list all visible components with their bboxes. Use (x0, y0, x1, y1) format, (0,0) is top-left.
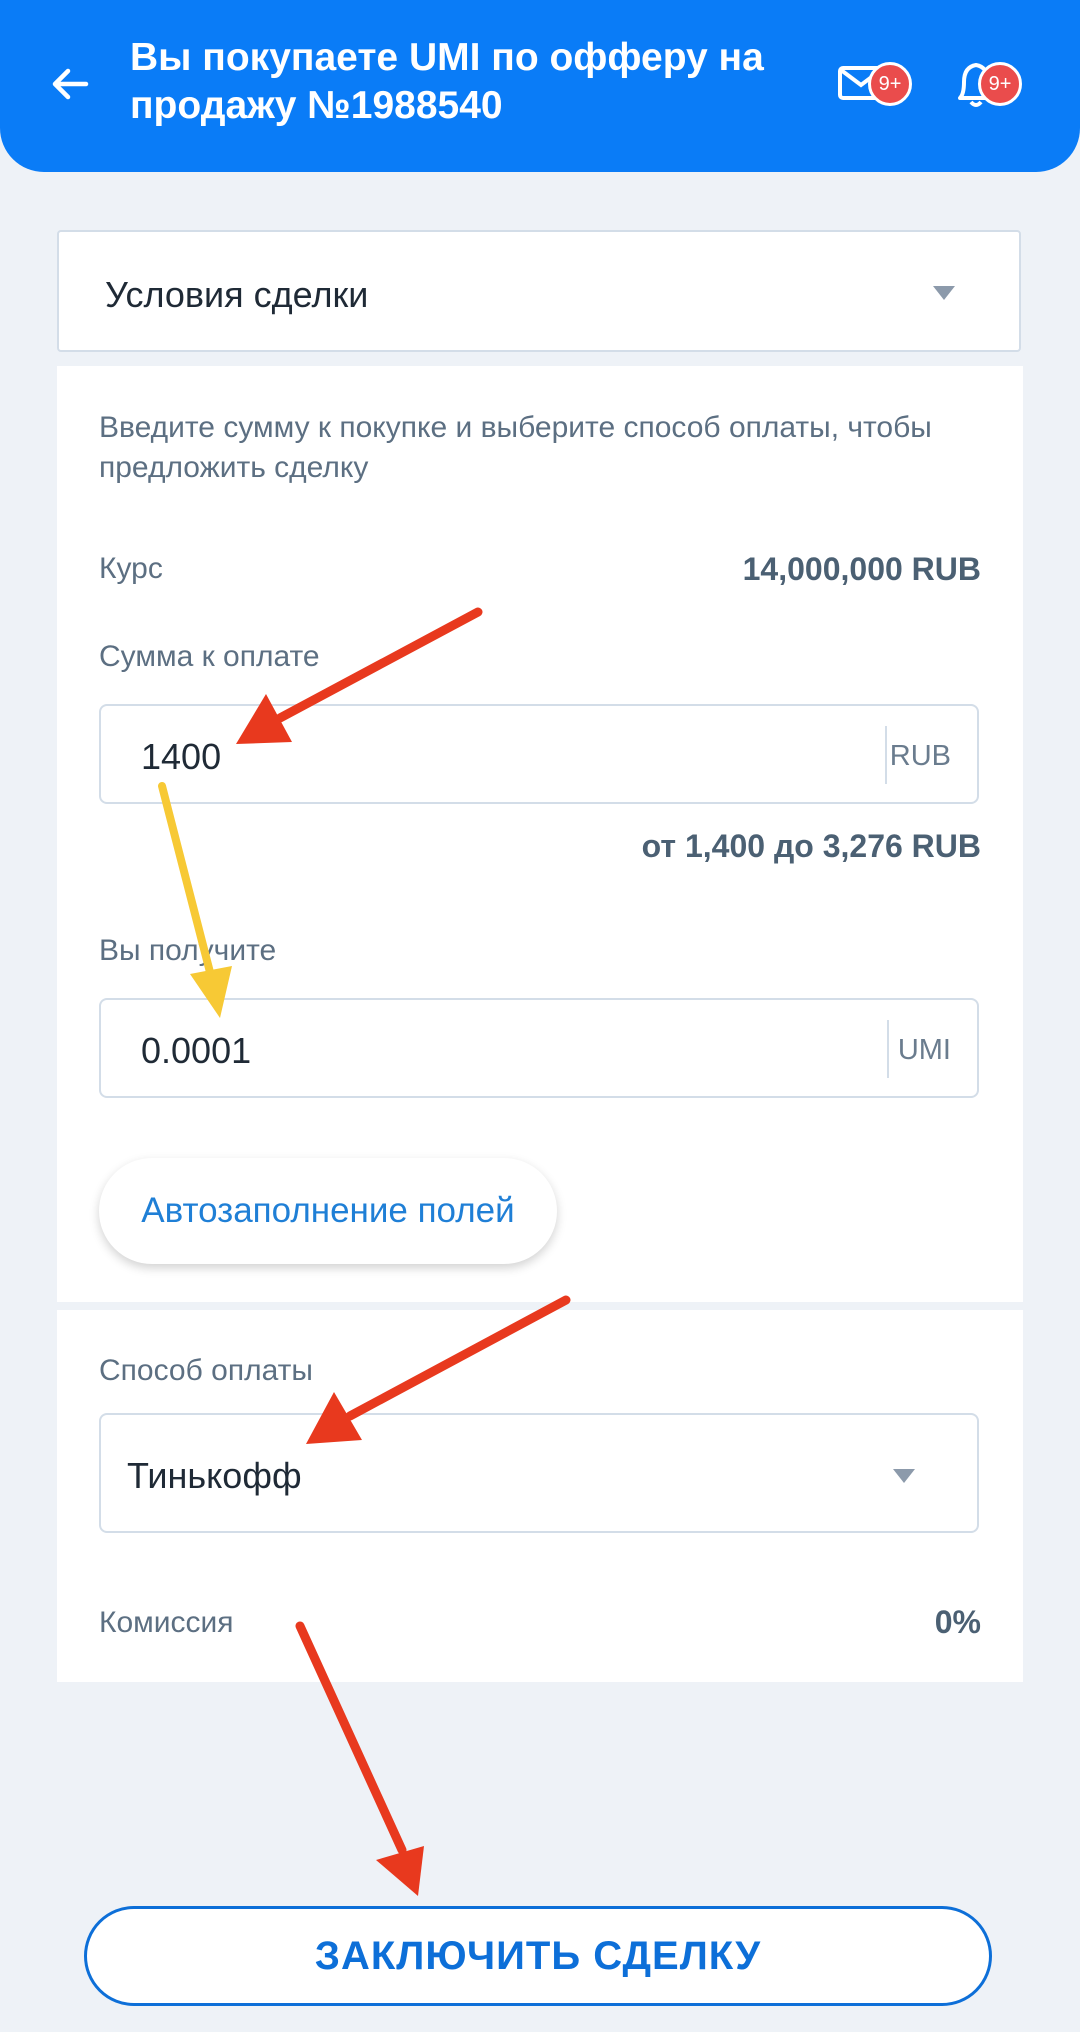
form-hint: Введите сумму к покупке и выберите спосо… (99, 411, 932, 484)
accordion-label: Условия сделки (105, 274, 369, 315)
mail-badge: 9+ (868, 62, 912, 106)
commission-label: Комиссия (99, 1606, 234, 1639)
receive-amount-input[interactable]: 0.0001 UMI (99, 998, 979, 1098)
deal-form-card: Введите сумму к покупке и выберите спосо… (57, 366, 1023, 1302)
notifications-button[interactable]: 9+ (950, 52, 1030, 118)
back-arrow-icon (52, 68, 89, 100)
amount-range: от 1,400 до 3,276 RUB (641, 828, 981, 864)
payment-method-select[interactable]: Тинькофф (99, 1413, 979, 1533)
payment-card: Способ оплаты Тинькофф Комиссия 0% (57, 1310, 1023, 1682)
commission-value: 0% (934, 1604, 981, 1640)
receive-amount-value: 0.0001 (141, 1030, 252, 1071)
pay-amount-value: 1400 (141, 736, 222, 777)
rate-value: 14,000,000 RUB (742, 551, 981, 587)
make-deal-button[interactable]: ЗАКЛЮЧИТЬ СДЕЛКУ (84, 1906, 992, 2006)
app-header: Вы покупаете UMI по офферу на продажу №1… (0, 0, 1080, 172)
back-button[interactable] (40, 54, 100, 114)
chevron-down-icon (933, 286, 955, 300)
page-title: Вы покупаете UMI по офферу на продажу №1… (130, 36, 764, 127)
payment-method-label: Способ оплаты (99, 1354, 313, 1387)
pay-unit: RUB (889, 740, 951, 772)
field-divider (885, 726, 887, 784)
field-divider (887, 1020, 889, 1078)
bell-badge: 9+ (978, 62, 1022, 106)
pay-label: Сумма к оплате (99, 640, 320, 673)
payment-method-value: Тинькофф (127, 1455, 302, 1496)
deal-terms-accordion[interactable]: Условия сделки (57, 230, 1021, 352)
autofill-button[interactable]: Автозаполнение полей (99, 1158, 557, 1264)
receive-unit: UMI (897, 1034, 951, 1066)
rate-label: Курс (99, 552, 163, 585)
receive-label: Вы получите (99, 934, 277, 967)
messages-button[interactable]: 9+ (836, 52, 916, 118)
pay-amount-input[interactable]: 1400 RUB (99, 704, 979, 804)
chevron-down-icon (893, 1469, 915, 1483)
